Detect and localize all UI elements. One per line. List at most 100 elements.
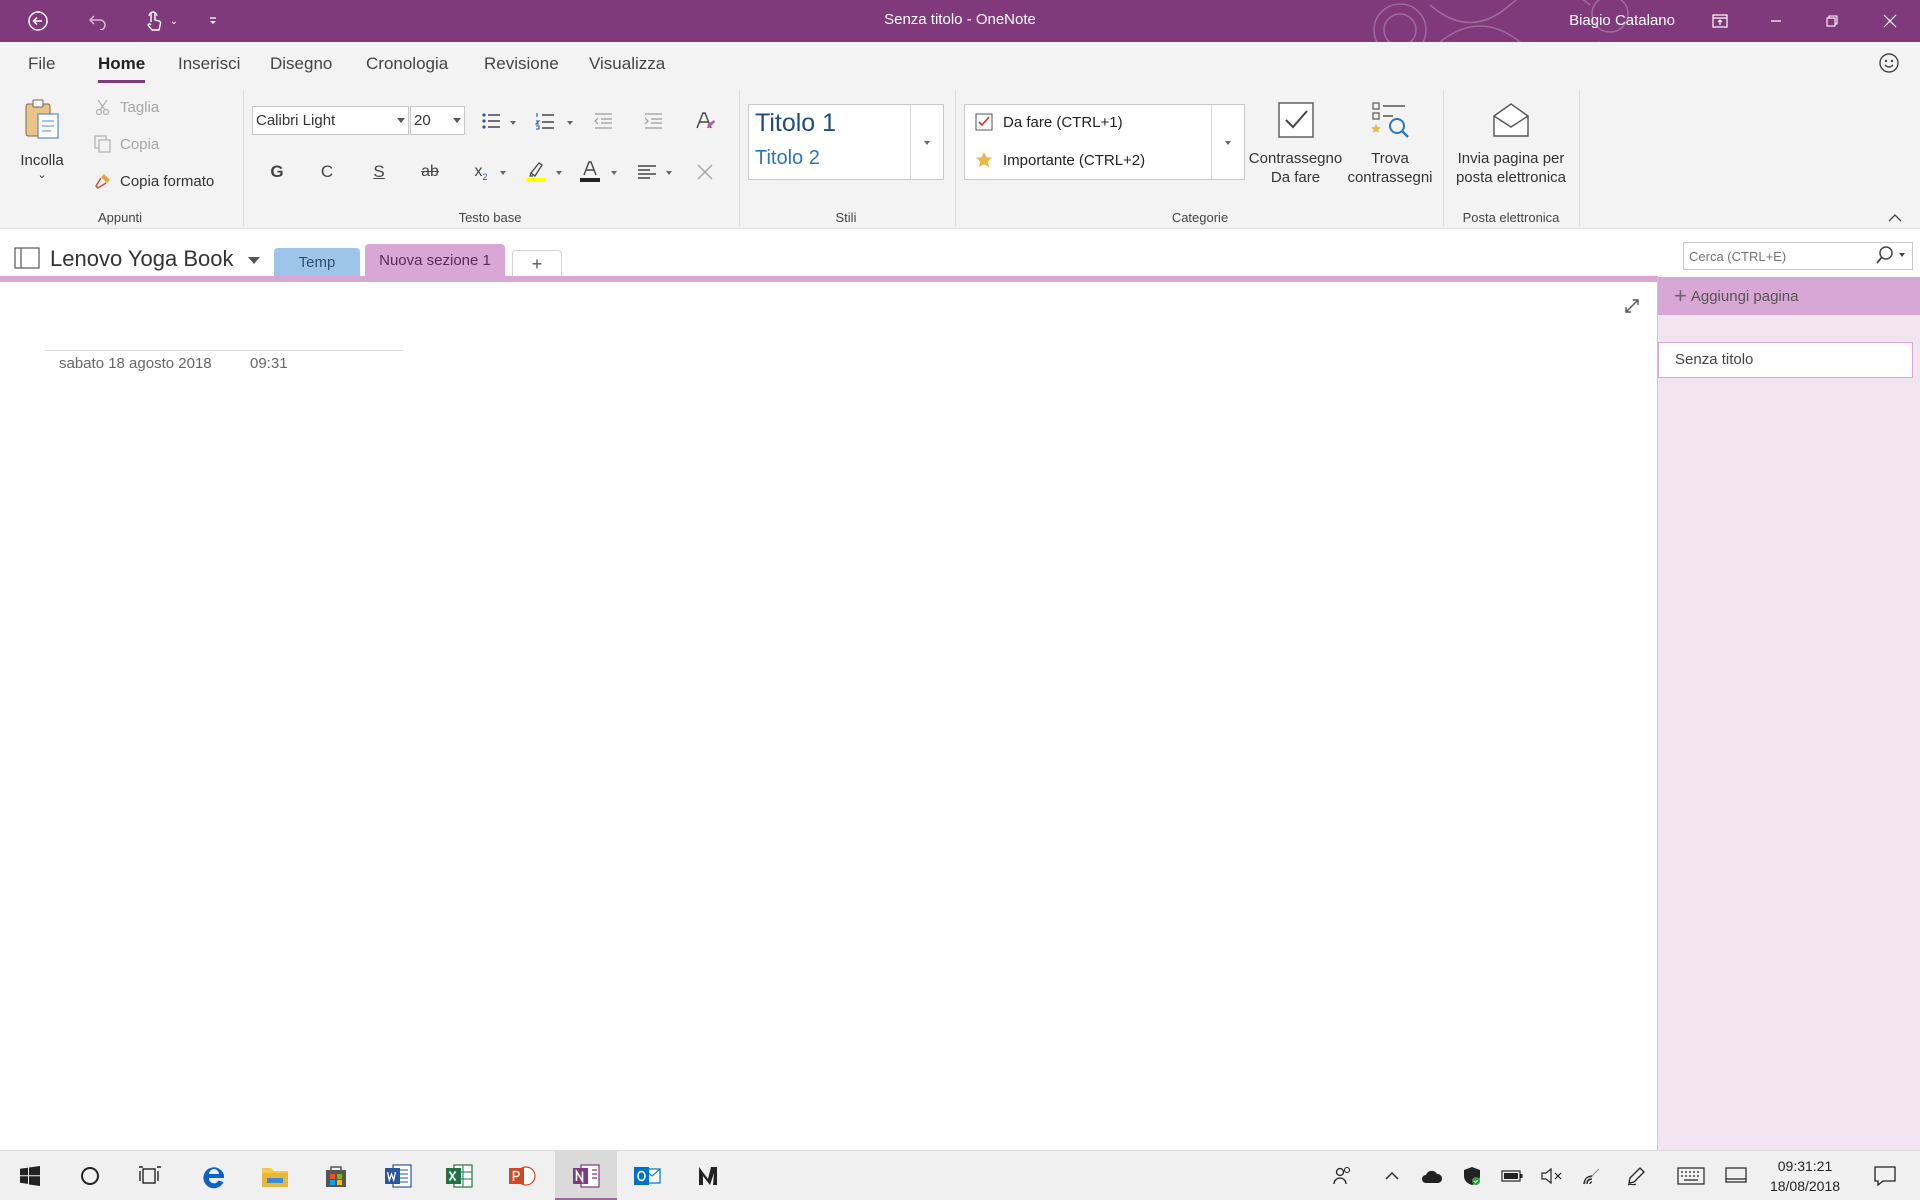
smiley-icon [1879, 53, 1899, 73]
taskbar-powerpoint[interactable] [492, 1151, 552, 1200]
bold-button[interactable]: G [262, 158, 292, 186]
tray-tablet-mode[interactable] [1716, 1151, 1756, 1200]
chevron-down-icon[interactable] [510, 121, 516, 125]
taskbar-onenote[interactable] [555, 1151, 617, 1200]
tab-view[interactable]: Visualizza [589, 54, 665, 74]
chevron-down-icon[interactable] [666, 171, 672, 175]
tab-history[interactable]: Cronologia [366, 54, 448, 74]
ribbon-display-options-button[interactable] [1692, 0, 1748, 42]
close-button[interactable] [1862, 0, 1918, 42]
group-separator [739, 90, 740, 226]
todo-tag-button[interactable]: Contrassegno Da fare [1248, 100, 1343, 187]
add-page-button[interactable]: + Aggiungi pagina [1658, 277, 1920, 315]
collapse-ribbon-button[interactable] [1888, 210, 1902, 228]
format-painter-button[interactable]: Copia formato [94, 172, 214, 190]
tab-insert[interactable]: Inserisci [178, 54, 240, 74]
feedback-button[interactable] [1878, 52, 1900, 79]
copy-button[interactable]: Copia [94, 135, 159, 153]
section-tab-nuova-sezione-1[interactable]: Nuova sezione 1 [365, 244, 505, 278]
customize-quick-access-button[interactable] [198, 0, 228, 42]
paragraph-alignment-button[interactable] [632, 158, 662, 186]
chevron-down-icon[interactable] [500, 171, 506, 175]
page-title-underline [44, 350, 404, 351]
style-heading-2[interactable]: Titolo 2 [755, 147, 820, 170]
font-name-combo[interactable]: Calibri Light [252, 106, 409, 135]
action-center-button[interactable] [1860, 1151, 1910, 1200]
tray-security[interactable] [1452, 1151, 1492, 1200]
page-title-field[interactable] [44, 312, 404, 350]
touch-mode-button[interactable]: ⌄ [138, 0, 184, 42]
tags-gallery-more-button[interactable] [1211, 105, 1244, 179]
subscript-button[interactable]: x2 [466, 158, 496, 186]
bullets-button[interactable] [476, 110, 506, 132]
group-label-clipboard: Appunti [97, 210, 143, 225]
taskbar-edge[interactable] [184, 1151, 244, 1200]
battery-icon [1501, 1170, 1523, 1182]
taskbar-clock[interactable]: 09:31:21 18/08/2018 [1755, 1156, 1855, 1196]
user-name[interactable]: Biagio Catalano [1569, 0, 1675, 42]
italic-button[interactable]: C [312, 158, 342, 186]
underline-button[interactable]: S [364, 158, 394, 186]
delete-button[interactable] [690, 158, 720, 186]
tab-draw[interactable]: Disegno [270, 54, 332, 74]
tab-home[interactable]: Home [98, 54, 146, 83]
tab-review[interactable]: Revisione [484, 54, 559, 74]
chevron-down-icon[interactable] [556, 171, 562, 175]
search-button[interactable] [1875, 245, 1905, 265]
restore-button[interactable] [1804, 0, 1860, 42]
notebook-bar: Lenovo Yoga Book Temp Nuova sezione 1 + [0, 230, 1920, 280]
increase-indent-button[interactable] [638, 110, 668, 132]
display-icon [1725, 1167, 1747, 1183]
minimize-button[interactable] [1748, 0, 1804, 42]
tray-onedrive[interactable] [1412, 1151, 1452, 1200]
cortana-button[interactable] [60, 1151, 120, 1200]
cut-button[interactable]: Taglia [94, 98, 159, 116]
font-color-button[interactable] [575, 156, 605, 186]
page-list-item[interactable]: Senza titolo [1658, 342, 1913, 378]
back-button[interactable] [20, 0, 56, 42]
subscript-index-icon: 2 [482, 172, 488, 182]
tray-pen-workspace[interactable] [1616, 1151, 1656, 1200]
tab-file[interactable]: File [28, 54, 55, 74]
onenote-app-icon [573, 1164, 600, 1188]
taskbar-excel[interactable] [429, 1151, 489, 1200]
numbering-button[interactable] [530, 110, 560, 132]
taskbar-outlook[interactable] [617, 1151, 677, 1200]
style-heading-1[interactable]: Titolo 1 [755, 109, 836, 138]
paste-button[interactable]: Incolla ⌄ [12, 98, 72, 181]
taskbar-file-explorer[interactable] [245, 1151, 305, 1200]
tray-network[interactable] [1572, 1151, 1612, 1200]
find-tags-button[interactable]: Trova contrassegni [1344, 100, 1436, 187]
notebook-picker[interactable]: Lenovo Yoga Book [50, 246, 260, 272]
tray-volume[interactable] [1532, 1151, 1572, 1200]
increase-indent-icon [644, 113, 662, 129]
decrease-indent-button[interactable] [588, 110, 618, 132]
section-tab-temp[interactable]: Temp [274, 248, 360, 278]
strikethrough-button[interactable]: ab [415, 158, 445, 186]
store-bag-icon [326, 1166, 346, 1187]
styles-gallery-more-button[interactable] [910, 105, 943, 179]
taskbar-note-app[interactable] [678, 1151, 738, 1200]
add-section-button[interactable]: + [512, 250, 562, 278]
email-page-button[interactable]: Invia pagina per posta elettronica [1450, 100, 1572, 187]
highlight-button[interactable] [521, 156, 551, 186]
taskbar-word[interactable] [368, 1151, 428, 1200]
chevron-down-icon[interactable] [567, 121, 573, 125]
page-canvas[interactable]: sabato 18 agosto 2018 09:31 [0, 282, 1657, 1150]
undo-button[interactable] [80, 0, 116, 42]
taskbar-store[interactable] [306, 1151, 366, 1200]
tray-people[interactable] [1322, 1151, 1362, 1200]
start-button[interactable] [0, 1151, 60, 1200]
chevron-down-icon[interactable] [611, 171, 617, 175]
tray-touch-keyboard[interactable] [1666, 1151, 1716, 1200]
tray-battery[interactable] [1492, 1151, 1532, 1200]
tag-important[interactable]: Importante (CTRL+2) [975, 151, 1145, 169]
clear-formatting-button[interactable] [690, 108, 720, 134]
tray-show-hidden[interactable] [1372, 1151, 1412, 1200]
full-page-view-button[interactable] [1624, 298, 1640, 319]
tag-todo[interactable]: Da fare (CTRL+1) [975, 113, 1123, 131]
notebook-icon[interactable] [12, 246, 42, 275]
group-separator [955, 90, 956, 226]
font-size-combo[interactable]: 20 [410, 106, 465, 135]
task-view-button[interactable] [120, 1151, 180, 1200]
